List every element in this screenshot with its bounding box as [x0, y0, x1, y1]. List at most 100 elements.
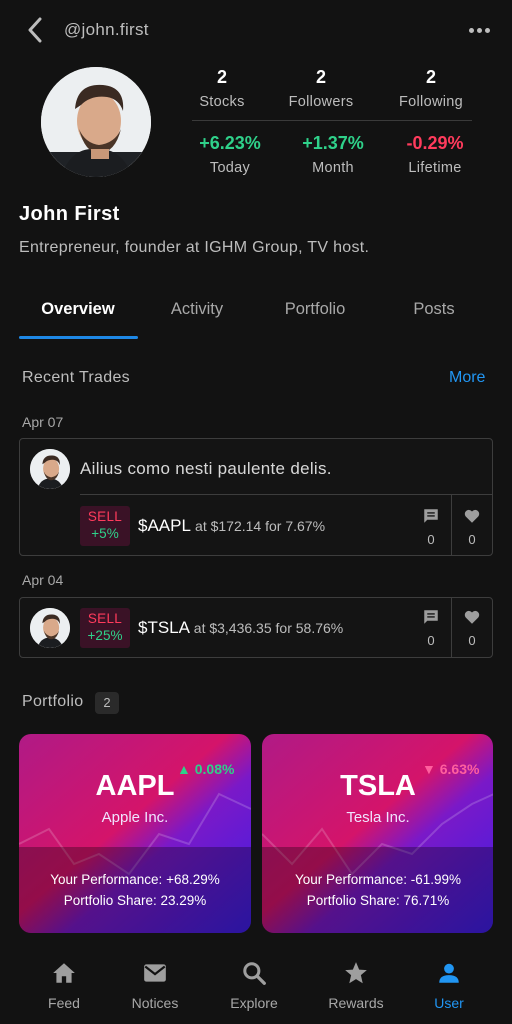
like-count: 0 — [468, 633, 476, 648]
trade-action: SELL — [87, 611, 123, 626]
portfolio-card-aapl[interactable]: ▲ 0.08% AAPL Apple Inc. Your Performance… — [19, 734, 251, 933]
performance-label: Your Performance: — [50, 872, 163, 887]
dot-icon — [468, 27, 474, 33]
nav-rewards[interactable]: Rewards — [311, 944, 401, 1024]
trade-date: Apr 07 — [22, 414, 64, 430]
stat-value: 2 — [216, 67, 227, 87]
performance-label: Lifetime — [408, 160, 462, 176]
performance-label: Your Performance: — [294, 872, 407, 887]
avatar — [30, 449, 70, 489]
search-icon — [243, 962, 266, 985]
tab-portfolio[interactable]: Portfolio — [256, 290, 374, 338]
stat-label: Followers — [288, 94, 354, 110]
bottom-navigation: Feed Notices Explore Rewards User — [0, 944, 512, 1024]
share-label: Portfolio Share: — [306, 893, 400, 908]
card-company: Apple Inc. — [101, 809, 169, 826]
dot-icon — [476, 27, 482, 33]
stats-divider — [192, 120, 472, 121]
back-button[interactable] — [22, 16, 48, 44]
comment-button[interactable]: 0 — [411, 608, 451, 648]
nav-explore[interactable]: Explore — [209, 944, 299, 1024]
stat-value: 2 — [425, 67, 436, 87]
trade-action-badge: SELL +25% — [80, 608, 130, 648]
stat-followers[interactable]: 2 Followers — [271, 67, 371, 110]
avatar-image — [30, 608, 70, 648]
performance-month: +1.37% Month — [283, 133, 383, 176]
card-ticker: TSLA — [340, 770, 416, 802]
trade-ticker-line: $AAPL at $172.14 for 7.67% — [138, 516, 325, 536]
trade-detail: at $172.14 for 7.67% — [195, 518, 326, 534]
card-company: Tesla Inc. — [346, 809, 410, 826]
trade-action: SELL — [87, 509, 123, 524]
nav-label: Rewards — [328, 995, 384, 1011]
avatar — [30, 608, 70, 648]
trade-change: +5% — [91, 526, 119, 541]
like-button[interactable]: 0 — [452, 608, 492, 648]
trade-ticker[interactable]: $TSLA — [138, 618, 189, 637]
card-stats: Your Performance: +68.29% Portfolio Shar… — [19, 847, 251, 933]
portfolio-card-tsla[interactable]: ▼ 6.63% TSLA Tesla Inc. Your Performance… — [262, 734, 493, 933]
comment-count: 0 — [427, 532, 435, 547]
card-ticker: AAPL — [95, 770, 175, 802]
stat-stocks[interactable]: 2 Stocks — [172, 67, 272, 110]
nav-user[interactable]: User — [404, 944, 494, 1024]
divider — [80, 494, 493, 495]
performance-value: +68.29% — [166, 872, 220, 887]
nav-label: Feed — [48, 995, 80, 1011]
heart-icon — [464, 610, 480, 624]
trade-action-badge: SELL +5% — [80, 506, 130, 546]
share-value: 76.71% — [403, 893, 450, 908]
performance-value: -0.29% — [406, 133, 464, 153]
more-options-button[interactable] — [466, 20, 492, 40]
chevron-left-icon — [28, 17, 42, 43]
trade-detail: at $3,436.35 for 58.76% — [193, 620, 344, 636]
nav-label: Explore — [230, 995, 278, 1011]
portfolio-count-badge: 2 — [95, 692, 119, 714]
heart-icon — [464, 509, 480, 523]
user-icon — [439, 963, 459, 983]
share-value: 23.29% — [160, 893, 207, 908]
trade-ticker-line: $TSLA at $3,436.35 for 58.76% — [138, 618, 343, 638]
performance-today: +6.23% Today — [180, 133, 280, 176]
comment-icon — [424, 610, 438, 624]
tab-overview[interactable]: Overview — [19, 290, 137, 338]
active-tab-indicator — [19, 336, 138, 339]
nav-notices[interactable]: Notices — [110, 944, 200, 1024]
performance-label: Today — [209, 160, 251, 176]
card-share-row: Portfolio Share: 76.71% — [262, 893, 493, 908]
dot-icon — [484, 27, 490, 33]
profile-bio: Entrepreneur, founder at IGHM Group, TV … — [19, 239, 370, 256]
tab-activity[interactable]: Activity — [138, 290, 256, 338]
nav-label: User — [434, 995, 464, 1011]
trade-change: +25% — [87, 628, 123, 643]
like-button[interactable]: 0 — [452, 507, 492, 547]
card-share-row: Portfolio Share: 23.29% — [19, 893, 251, 908]
card-performance-row: Your Performance: +68.29% — [19, 872, 251, 887]
avatar-image — [41, 67, 151, 177]
home-icon — [53, 963, 75, 983]
performance-label: Month — [312, 160, 354, 176]
top-bar: @john.first — [0, 0, 512, 60]
nav-feed[interactable]: Feed — [19, 944, 109, 1024]
trade-ticker[interactable]: $AAPL — [138, 516, 190, 535]
trade-comment: Ailius como nesti paulente delis. — [80, 459, 332, 478]
mail-icon — [144, 964, 166, 982]
trade-date: Apr 04 — [22, 572, 64, 588]
profile-avatar[interactable] — [41, 67, 151, 177]
comment-icon — [424, 509, 438, 523]
performance-value: +1.37% — [302, 133, 364, 153]
stat-label: Following — [399, 94, 463, 110]
portfolio-title: Portfolio — [22, 693, 84, 710]
trade-card[interactable]: SELL +25% $TSLA at $3,436.35 for 58.76% … — [19, 597, 493, 658]
trade-card[interactable]: Ailius como nesti paulente delis. SELL +… — [19, 438, 493, 556]
performance-value: -61.99% — [410, 872, 462, 887]
stat-following[interactable]: 2 Following — [381, 67, 481, 110]
profile-handle: @john.first — [64, 20, 149, 39]
stat-value: 2 — [315, 67, 326, 87]
tab-posts[interactable]: Posts — [375, 290, 493, 338]
more-trades-link[interactable]: More — [449, 369, 485, 387]
performance-value: +6.23% — [199, 133, 261, 153]
comment-button[interactable]: 0 — [411, 507, 451, 547]
nav-label: Notices — [131, 995, 179, 1011]
profile-name: John First — [19, 203, 120, 225]
